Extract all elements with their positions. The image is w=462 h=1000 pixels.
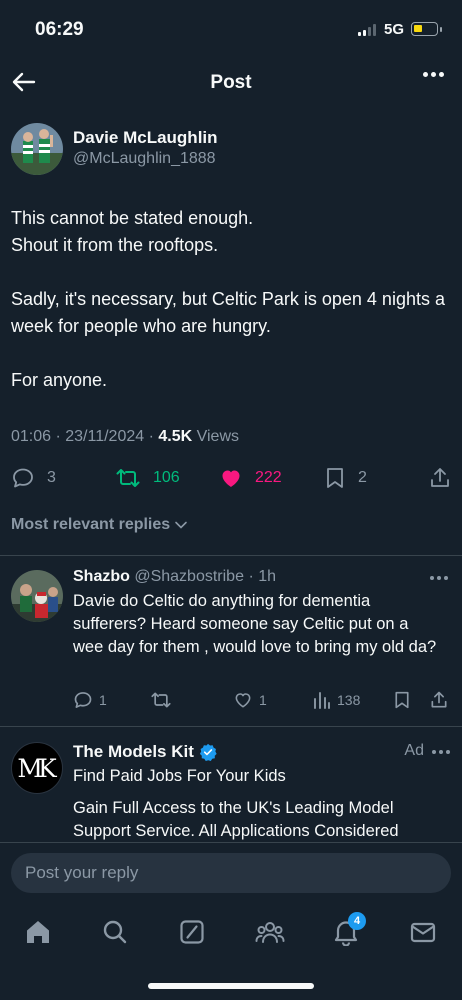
divider <box>0 726 462 727</box>
reply-more-icon[interactable] <box>430 576 448 580</box>
ad-account[interactable]: The Models Kit <box>73 742 217 762</box>
messages-icon[interactable] <box>409 918 439 948</box>
battery-icon <box>411 22 442 36</box>
search-icon[interactable] <box>101 918 131 948</box>
reply-input[interactable]: Post your reply <box>11 853 451 893</box>
chevron-down-icon <box>175 521 187 529</box>
status-bar: 06:29 5G <box>0 0 462 60</box>
reply-author-handle[interactable]: @Shazbostribe <box>134 568 244 585</box>
repost-button[interactable]: 106 <box>115 466 180 490</box>
reply-views-button[interactable]: 138 <box>313 690 360 710</box>
author-handle[interactable]: @McLaughlin_1888 <box>73 150 216 168</box>
reply-author-name[interactable]: Shazbo <box>73 568 130 585</box>
home-indicator <box>148 983 314 989</box>
reply-time: · 1h <box>248 568 277 585</box>
notifications-badge: 4 <box>348 912 366 930</box>
post-line: For anyone. <box>11 370 108 390</box>
views-icon <box>314 692 330 709</box>
reply-bookmark-button[interactable] <box>393 690 411 710</box>
post-timestamp: 01:06 · 23/11/2024 · <box>11 428 159 445</box>
bookmark-icon <box>395 691 409 709</box>
like-button[interactable]: 222 <box>219 466 282 490</box>
ad-description: Gain Full Access to the UK's Leading Mod… <box>73 799 399 840</box>
notifications-icon[interactable]: 4 <box>332 912 366 948</box>
home-icon[interactable] <box>24 918 54 948</box>
reply-views-count: 138 <box>337 692 361 708</box>
reply-reply-count: 1 <box>99 692 107 708</box>
status-time: 06:29 <box>35 19 84 40</box>
ad-headline[interactable]: Find Paid Jobs For Your Kids <box>73 767 286 786</box>
reply-icon <box>74 692 92 708</box>
reply-action-bar: 1 1 138 <box>0 690 462 712</box>
like-count: 222 <box>255 469 282 486</box>
view-count[interactable]: 4.5K <box>158 428 192 445</box>
share-icon[interactable] <box>429 466 451 490</box>
reply-count: 3 <box>47 469 56 486</box>
post-meta: 01:06 · 23/11/2024 · 4.5K Views <box>11 428 239 446</box>
replies-sort-dropdown[interactable]: Most relevant replies <box>11 516 188 534</box>
bookmark-button[interactable]: 2 <box>324 466 367 490</box>
reply-repost-button[interactable] <box>150 690 178 710</box>
reply-avatar[interactable] <box>11 570 63 622</box>
post-line: Sadly, it's necessary, but Celtic Park i… <box>11 289 445 336</box>
reply-text: Davie do Celtic do anything for dementia… <box>73 592 437 656</box>
ad-logo-text: MK <box>17 753 56 783</box>
reply-button[interactable]: 3 <box>11 466 56 490</box>
views-label: Views <box>192 428 240 445</box>
heart-outline-icon <box>235 693 251 708</box>
page-title: Post <box>210 72 252 93</box>
repost-icon <box>116 469 140 487</box>
author-avatar[interactable] <box>11 123 63 175</box>
post-body: This cannot be stated enough. Shout it fr… <box>11 205 451 421</box>
repost-count: 106 <box>153 469 180 486</box>
ad-more-icon[interactable] <box>432 750 450 754</box>
ad-account-name: The Models Kit <box>73 742 194 761</box>
post-action-bar: 3 106 222 2 <box>0 462 462 496</box>
reply-like-button[interactable]: 1 <box>233 690 267 710</box>
communities-icon[interactable] <box>255 918 285 948</box>
reply-like-count: 1 <box>259 692 267 708</box>
verified-badge-icon <box>199 743 217 761</box>
reply-share-icon[interactable] <box>429 690 449 710</box>
ad-label: Ad <box>404 742 424 759</box>
bookmark-count: 2 <box>358 469 367 486</box>
signal-icon <box>358 24 376 36</box>
reply-icon <box>13 468 33 488</box>
divider <box>0 555 462 556</box>
reply-composer-bar: Post your reply <box>0 842 462 904</box>
post-line: Shout it from the rooftops. <box>11 235 219 255</box>
bookmark-icon <box>327 468 343 488</box>
top-bar: Post <box>0 60 462 104</box>
reply-header: Shazbo @Shazbostribe · 1h <box>73 568 276 586</box>
repost-icon <box>151 692 171 708</box>
author-name[interactable]: Davie McLaughlin <box>73 128 218 148</box>
replies-sort-label: Most relevant replies <box>11 516 171 533</box>
network-type: 5G <box>384 21 405 38</box>
ad-logo[interactable]: MK <box>11 742 63 794</box>
post-line: This cannot be stated enough. <box>11 208 254 228</box>
heart-filled-icon <box>222 470 240 487</box>
reply-reply-button[interactable]: 1 <box>73 690 107 710</box>
grok-icon[interactable] <box>178 918 208 948</box>
more-icon[interactable] <box>423 72 444 77</box>
